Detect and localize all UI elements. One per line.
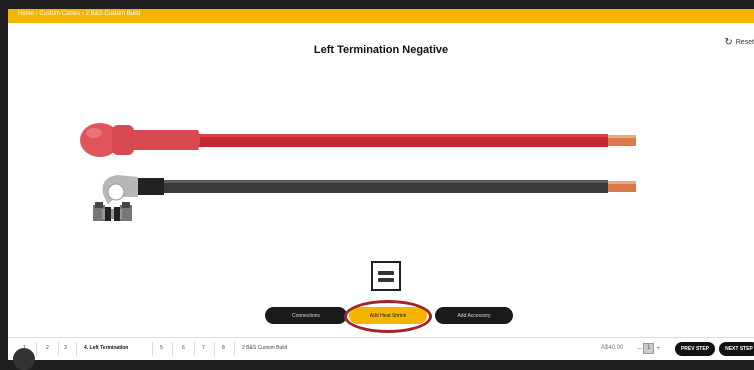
connections-button[interactable]: Connections	[265, 307, 347, 324]
step-4-left-termination[interactable]: 4. Left Termination	[84, 345, 128, 351]
quantity-value[interactable]: 1	[643, 343, 655, 354]
build-name: 2 B&S Custom Build	[242, 345, 288, 351]
add-heat-shrink-button[interactable]: Add Heat Shrink	[349, 307, 427, 324]
step-5[interactable]: 5	[160, 345, 163, 351]
step-6[interactable]: 6	[182, 345, 185, 351]
step-2[interactable]: 2	[46, 345, 49, 351]
step-bar: 1 2 3 4. Left Termination 5 6 7 8 2 B&S …	[8, 337, 754, 360]
add-accessory-button[interactable]: Add Accessory	[435, 307, 513, 324]
chat-help-icon[interactable]	[13, 348, 35, 370]
cable-configuration-icon[interactable]	[371, 261, 401, 291]
step-3[interactable]: 3	[64, 345, 67, 351]
minus-icon[interactable]: –	[638, 346, 641, 352]
black-cable	[136, 178, 636, 195]
quantity-stepper[interactable]: – 1 +	[638, 343, 660, 354]
step-7[interactable]: 7	[202, 345, 205, 351]
battery-terminal-image	[93, 175, 138, 221]
next-step-button[interactable]: NEXT STEP	[719, 342, 754, 356]
plus-icon[interactable]: +	[656, 346, 660, 352]
step-8[interactable]: 8	[222, 345, 225, 351]
price: A$40.00	[601, 345, 624, 351]
prev-step-button[interactable]: PREV STEP	[675, 342, 715, 356]
builder-frame: Home › Custom Cables › 2 B&S Custom Buil…	[8, 9, 754, 360]
red-cable	[80, 123, 636, 157]
